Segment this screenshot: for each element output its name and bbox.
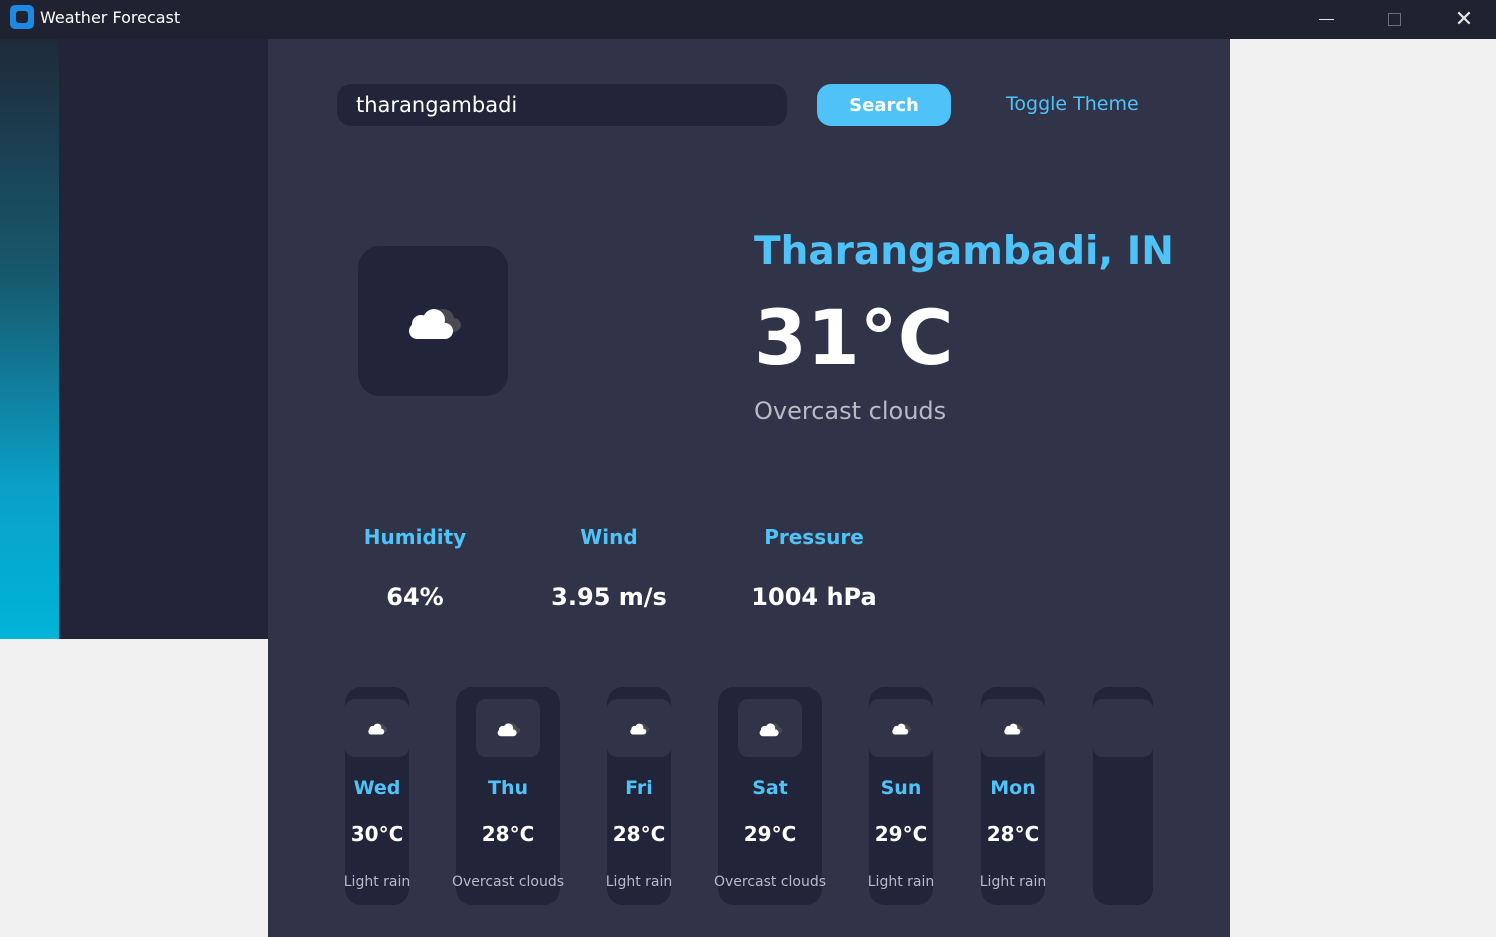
forecast-temp: 29°C: [743, 822, 797, 846]
humidity-stat: Humidity 64%: [325, 525, 505, 611]
forecast-day: Sat: [752, 777, 788, 799]
cloud-icon: [892, 723, 912, 735]
forecast-temp: 28°C: [986, 822, 1040, 846]
forecast-icon-tile: [869, 699, 933, 757]
wind-stat: Wind 3.95 m/s: [519, 525, 699, 611]
forecast-icon-tile: [1093, 699, 1153, 757]
forecast-card: Fri 28°C Light rain: [606, 687, 672, 905]
forecast-card-empty: [1093, 687, 1153, 905]
forecast-day: Thu: [487, 777, 528, 799]
forecast-icon-tile: [607, 699, 671, 757]
forecast-day: Mon: [990, 777, 1036, 799]
app-icon: [10, 5, 34, 29]
close-button[interactable]: ✕: [1434, 0, 1494, 39]
forecast-icon-tile: [981, 699, 1045, 757]
forecast-card: Mon 28°C Light rain: [980, 687, 1046, 905]
cloud-icon: [497, 722, 521, 736]
forecast-day: Fri: [625, 777, 653, 799]
minimize-icon: [1318, 19, 1334, 20]
forecast-card: Sun 29°C Light rain: [868, 687, 934, 905]
forecast-temp: 30°C: [350, 822, 404, 846]
sidebar: [59, 39, 268, 639]
stat-value: 3.95 m/s: [551, 583, 667, 611]
current-description: Overcast clouds: [754, 397, 947, 425]
window-title: Weather Forecast: [40, 8, 181, 27]
search-button[interactable]: Search: [817, 84, 951, 126]
forecast-desc: Light rain: [979, 874, 1047, 890]
forecast-temp: 29°C: [874, 822, 928, 846]
maximize-button[interactable]: [1364, 0, 1424, 39]
gradient-strip: [0, 39, 59, 639]
cloud-icon: [759, 722, 783, 736]
location-name: Tharangambadi, IN: [754, 229, 1174, 274]
weather-panel: Search Toggle Theme Tharangambadi, IN 31…: [268, 39, 1230, 937]
minimize-button[interactable]: [1296, 0, 1356, 39]
current-weather-icon-tile: [358, 246, 508, 396]
toggle-theme-link[interactable]: Toggle Theme: [1006, 93, 1139, 115]
stat-label: Pressure: [764, 525, 864, 549]
stat-label: Wind: [580, 525, 638, 549]
forecast-day: Wed: [353, 777, 401, 799]
stat-label: Humidity: [363, 525, 467, 549]
forecast-temp: 28°C: [612, 822, 666, 846]
forecast-icon-tile: [476, 699, 540, 757]
forecast-day: Sun: [880, 777, 922, 799]
cloud-icon: [630, 723, 650, 735]
title-bar: Weather Forecast ✕: [0, 0, 1496, 39]
stat-value: 64%: [386, 583, 444, 611]
pressure-stat: Pressure 1004 hPa: [724, 525, 904, 611]
forecast-card: Thu 28°C Overcast clouds: [452, 687, 564, 905]
close-icon: ✕: [1454, 7, 1474, 32]
search-input[interactable]: [337, 84, 787, 126]
cloud-icon: [409, 309, 461, 339]
cloud-icon: [368, 723, 388, 735]
cloud-icon: [1004, 723, 1024, 735]
forecast-icon-tile: [345, 699, 409, 757]
current-temperature: 31°C: [754, 293, 954, 382]
forecast-icon-tile: [738, 699, 802, 757]
forecast-temp: 28°C: [481, 822, 535, 846]
stat-value: 1004 hPa: [751, 583, 877, 611]
maximize-icon: [1387, 13, 1401, 26]
forecast-card: Sat 29°C Overcast clouds: [714, 687, 826, 905]
forecast-card: Wed 30°C Light rain: [344, 687, 410, 905]
